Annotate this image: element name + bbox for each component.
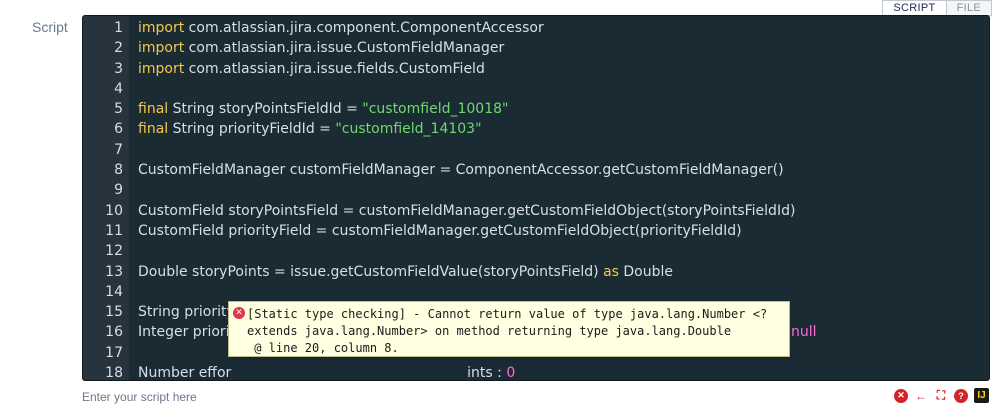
code-line[interactable]: 7 bbox=[83, 140, 989, 160]
code-token: com.atlassian.jira.issue.CustomFieldMana… bbox=[184, 40, 505, 57]
line-number: 13 bbox=[105, 263, 123, 280]
code-text: CustomField priorityField = customFieldM… bbox=[138, 221, 742, 241]
tab-file[interactable]: FILE bbox=[946, 0, 992, 16]
line-number: 6 bbox=[114, 121, 123, 138]
code-token: com.atlassian.jira.issue.fields.CustomFi… bbox=[184, 60, 485, 77]
code-token: CustomField priorityField = customFieldM… bbox=[138, 222, 742, 239]
code-token: Double storyPoints = issue.getCustomFiel… bbox=[138, 263, 604, 280]
code-text: CustomFieldManager customFieldManager = … bbox=[138, 160, 784, 180]
error-tooltip: ✕ [Static type checking] - Cannot return… bbox=[228, 301, 790, 357]
code-line[interactable]: 5 final String storyPointsFieldId = "cust… bbox=[83, 99, 989, 119]
code-line[interactable]: 10 CustomField storyPointsField = customF… bbox=[83, 201, 989, 221]
code-token: final bbox=[138, 121, 169, 138]
code-line[interactable]: 9 bbox=[83, 180, 989, 200]
code-text: Number effor ints : 0 bbox=[138, 363, 516, 381]
code-token: final bbox=[138, 101, 169, 118]
line-number: 4 bbox=[114, 80, 123, 97]
code-line[interactable]: 1 import com.atlassian.jira.component.Com… bbox=[83, 18, 989, 38]
code-line[interactable]: 4 bbox=[83, 79, 989, 99]
code-line[interactable]: 14 bbox=[83, 282, 989, 302]
code-line[interactable]: 12 bbox=[83, 241, 989, 261]
code-token: String storyPointsFieldId = bbox=[168, 101, 363, 118]
line-number: 11 bbox=[105, 222, 123, 239]
line-number: 2 bbox=[114, 40, 123, 57]
line-number: 5 bbox=[114, 101, 123, 118]
code-token: import bbox=[138, 40, 185, 57]
tooltip-line: @ line 20, column 8. bbox=[247, 341, 399, 355]
line-number: 1 bbox=[114, 20, 123, 36]
line-number: 15 bbox=[105, 304, 123, 321]
code-text: CustomField storyPointsField = customFie… bbox=[138, 201, 795, 221]
code-token: null bbox=[791, 324, 817, 341]
line-number: 12 bbox=[105, 243, 123, 260]
code-token: Double bbox=[618, 263, 673, 280]
editor-placeholder-hint: Enter your script here bbox=[82, 390, 197, 404]
error-icon: ✕ bbox=[233, 307, 245, 319]
line-number: 3 bbox=[114, 60, 123, 77]
code-token: CustomField storyPointsField = customFie… bbox=[138, 202, 796, 219]
code-token: ints : bbox=[467, 365, 507, 381]
code-token: import bbox=[138, 20, 185, 36]
editor-mode-tabs: SCRIPT FILE bbox=[882, 0, 992, 16]
line-number: 8 bbox=[114, 162, 123, 179]
code-token: import bbox=[138, 60, 185, 77]
code-token: as bbox=[603, 263, 619, 280]
code-token: com.atlassian.jira.component.ComponentAc… bbox=[184, 20, 544, 36]
code-text: Double storyPoints = issue.getCustomFiel… bbox=[138, 262, 673, 282]
line-number: 9 bbox=[114, 182, 123, 199]
error-status-icon[interactable]: ✕ bbox=[894, 388, 908, 403]
fullscreen-icon[interactable]: ⛶ bbox=[934, 388, 948, 403]
code-text: import com.atlassian.jira.issue.CustomFi… bbox=[138, 38, 504, 58]
line-number: 14 bbox=[105, 283, 123, 300]
code-line[interactable]: 18 Number effor ints : 0 bbox=[83, 363, 989, 381]
line-number: 7 bbox=[114, 141, 123, 158]
tooltip-line: extends java.lang.Number> on method retu… bbox=[247, 324, 732, 338]
code-editor[interactable]: 1 import com.atlassian.jira.component.Com… bbox=[82, 15, 990, 381]
line-number: 17 bbox=[105, 344, 123, 361]
back-arrow-icon[interactable]: ← bbox=[914, 389, 928, 403]
code-line[interactable]: 13 Double storyPoints = issue.getCustomFi… bbox=[83, 262, 989, 282]
code-text: final String priorityFieldId = "customfi… bbox=[138, 119, 482, 139]
code-line[interactable]: 8 CustomFieldManager customFieldManager =… bbox=[83, 160, 989, 180]
help-icon[interactable]: ? bbox=[954, 388, 968, 403]
intellij-icon[interactable]: IJ bbox=[974, 388, 989, 403]
code-text: import com.atlassian.jira.issue.fields.C… bbox=[138, 59, 485, 79]
tab-script[interactable]: SCRIPT bbox=[882, 0, 947, 16]
code-text: final String storyPointsFieldId = "custo… bbox=[138, 99, 508, 119]
code-token: "customfield_10018" bbox=[362, 101, 509, 118]
line-number: 16 bbox=[105, 324, 123, 341]
tooltip-line: [Static type checking] - Cannot return v… bbox=[247, 307, 768, 321]
line-number: 10 bbox=[105, 202, 123, 219]
code-token: CustomFieldManager customFieldManager = … bbox=[138, 162, 784, 179]
script-field-label: Script bbox=[32, 19, 68, 35]
code-text: import com.atlassian.jira.component.Comp… bbox=[138, 18, 544, 38]
code-token: 0 bbox=[506, 365, 516, 381]
code-token: "customfield_14103" bbox=[335, 121, 482, 138]
code-line[interactable]: 3 import com.atlassian.jira.issue.fields.… bbox=[83, 59, 989, 79]
code-token: Number effor bbox=[138, 365, 232, 381]
line-number: 18 bbox=[105, 365, 123, 381]
code-token: String priorityFieldId = bbox=[168, 121, 336, 138]
code-line[interactable]: 2 import com.atlassian.jira.issue.CustomF… bbox=[83, 38, 989, 58]
editor-actions: ✕ ← ⛶? IJ bbox=[894, 388, 989, 403]
code-line[interactable]: 11 CustomField priorityField = customFiel… bbox=[83, 221, 989, 241]
code-line[interactable]: 6 final String priorityFieldId = "customf… bbox=[83, 119, 989, 139]
